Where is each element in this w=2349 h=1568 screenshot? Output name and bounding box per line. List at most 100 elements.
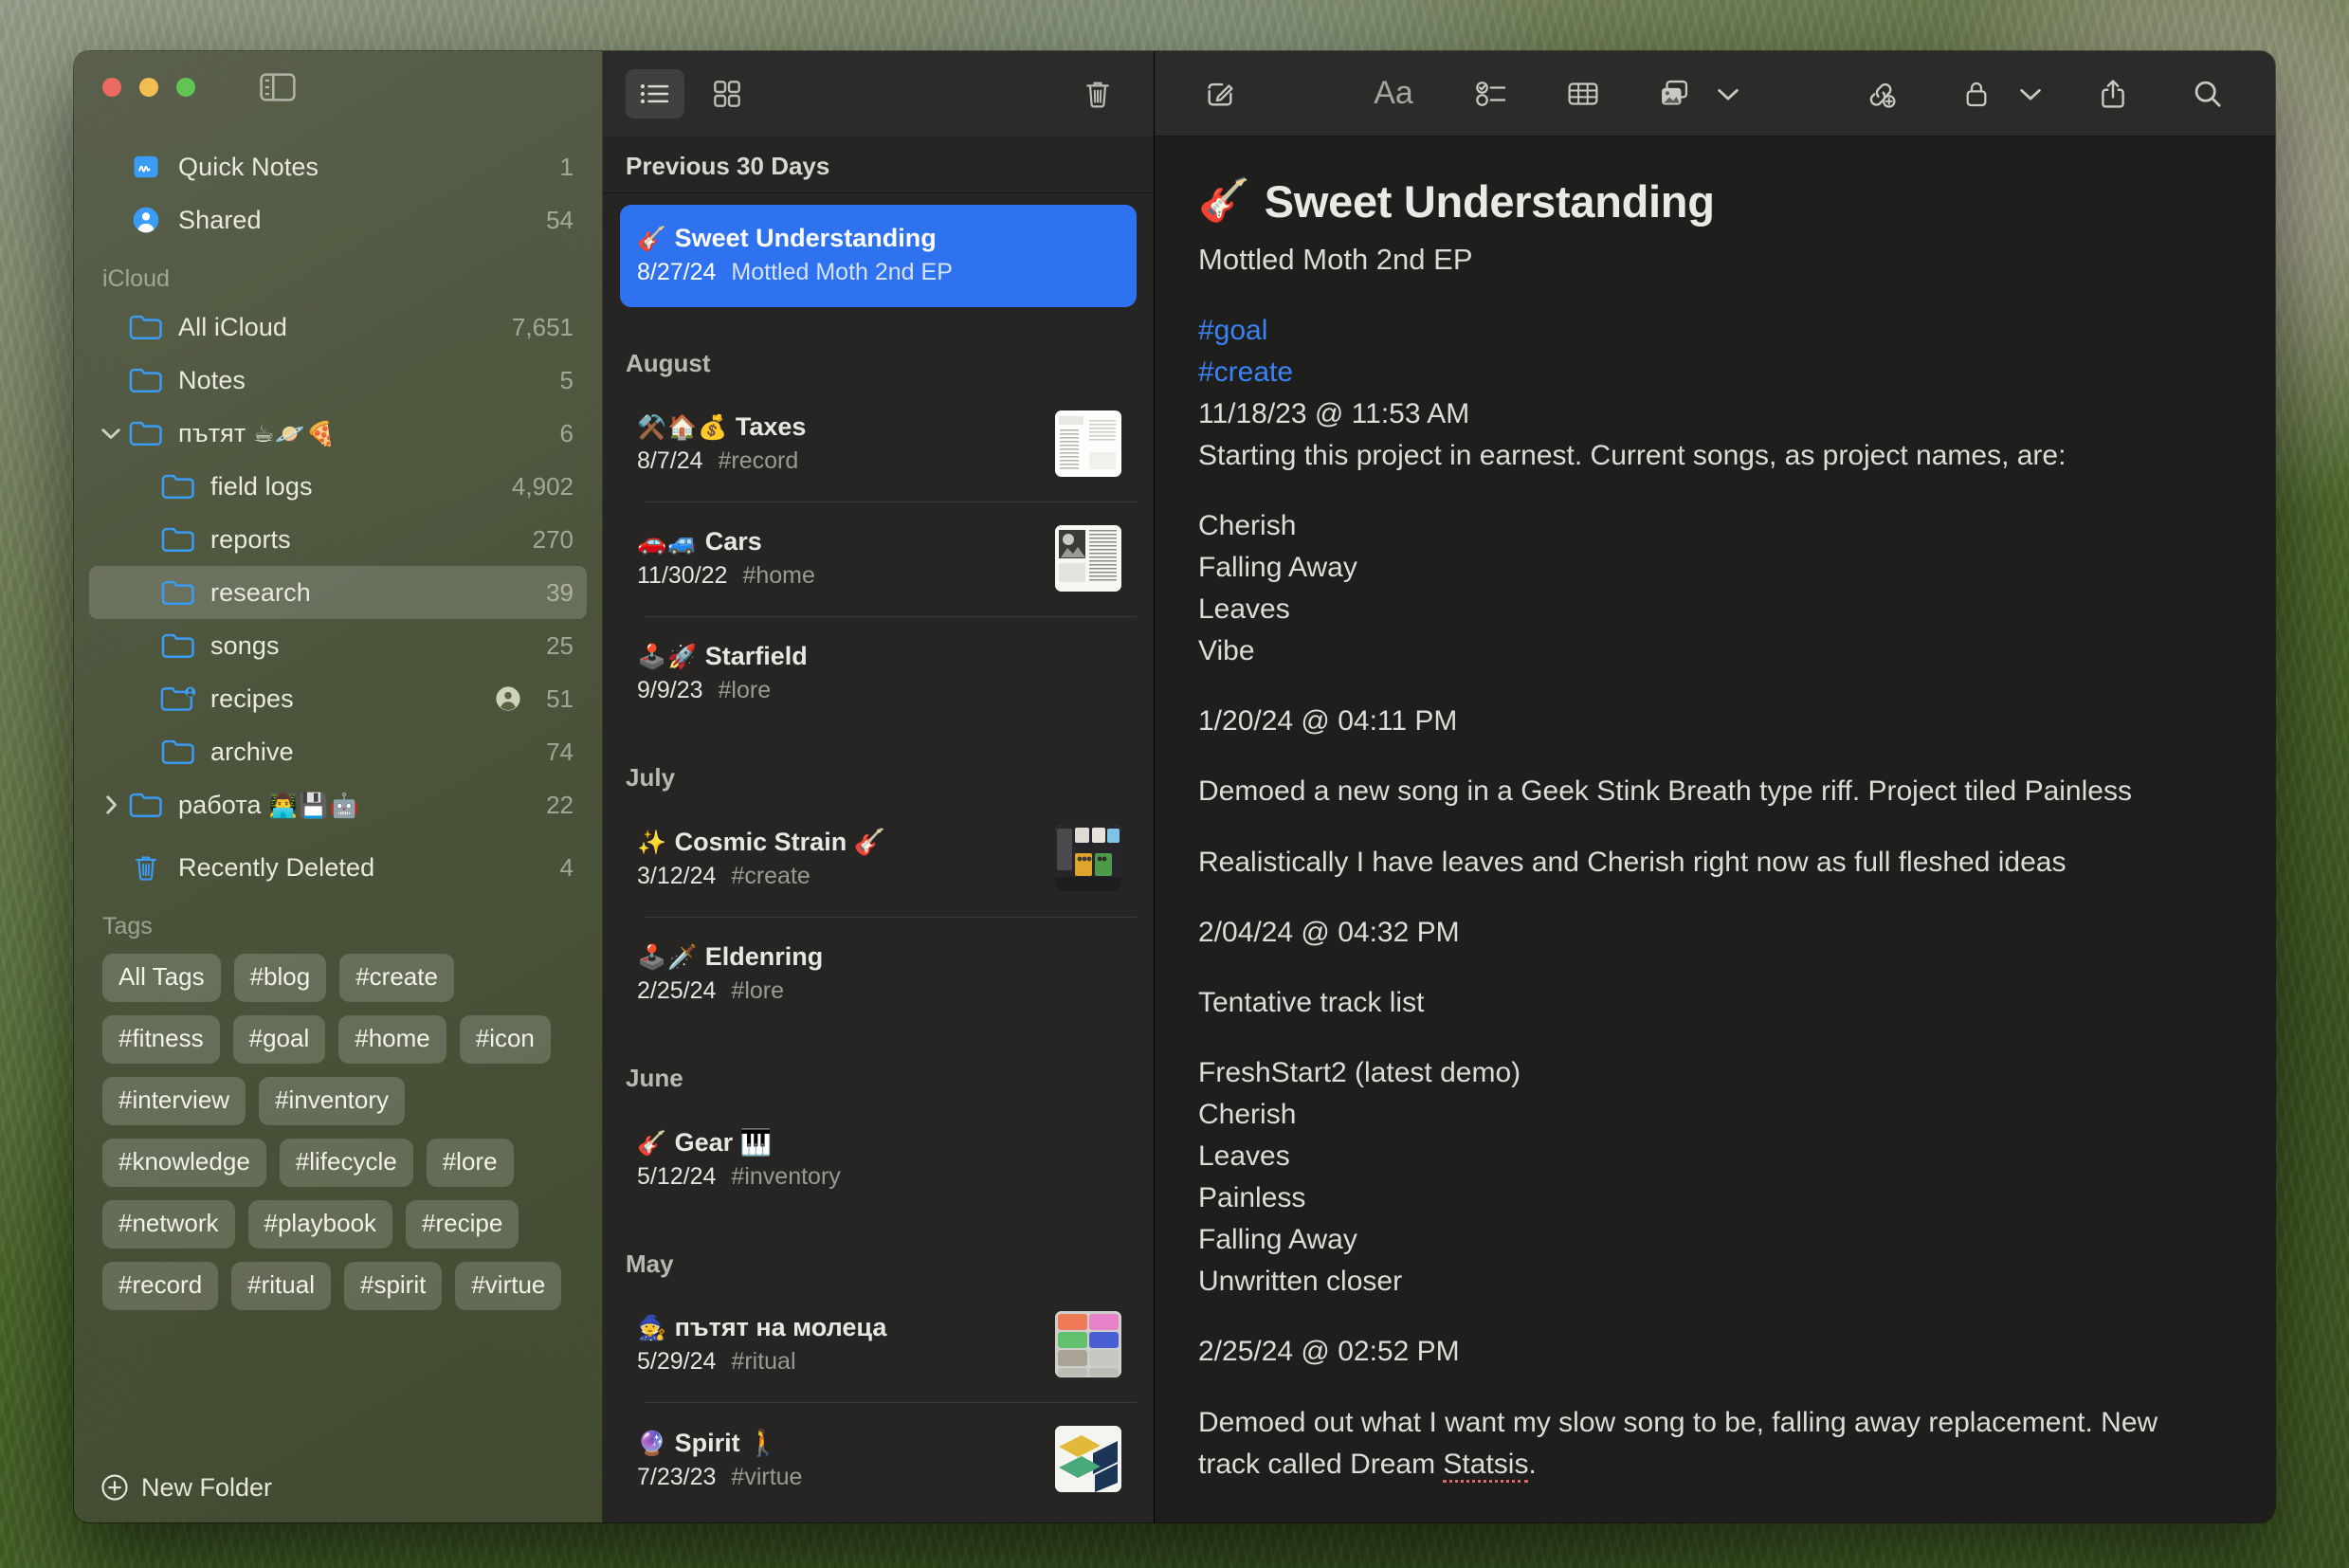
tag-list: All Tags #blog #create #fitness #goal #home #i… — [74, 948, 602, 1310]
format-aa-button[interactable]: Aa — [1353, 67, 1434, 120]
sidebar-folder-count: 74 — [546, 737, 574, 766]
note-item-snippet: #create — [731, 863, 810, 889]
tag-recipe[interactable]: #recipe — [406, 1200, 519, 1249]
sidebar-folder-songs[interactable]: songs 25 — [89, 619, 587, 672]
tag-icon[interactable]: #icon — [459, 1015, 551, 1064]
note-blank-line — [1198, 954, 2220, 982]
note-list-item[interactable]: 🎸 Sweet Understanding 8/27/24 Mottled Moth… — [620, 205, 1137, 307]
sidebar-folder-field-logs[interactable]: field logs 4,902 — [89, 460, 587, 513]
folder-icon — [127, 366, 165, 394]
list-view-icon[interactable] — [626, 69, 684, 119]
note-item-title: 🔮 Spirit 🚶 — [637, 1429, 779, 1457]
folder-icon — [127, 791, 165, 819]
notes-list-column: Previous 30 Days 🎸 Sweet Understanding 8/… — [603, 51, 1155, 1522]
note-item-thumbnail — [1055, 525, 1121, 592]
note-item-date: 7/23/23 — [637, 1464, 717, 1490]
tag-lifecycle[interactable]: #lifecycle — [279, 1139, 413, 1187]
sidebar-folder-count: 51 — [546, 684, 574, 713]
tag-ritual[interactable]: #ritual — [231, 1262, 331, 1310]
compose-icon[interactable] — [1187, 67, 1253, 120]
note-paragraph: Tentative track list — [1198, 986, 1425, 1018]
sidebar-folder-all-icloud[interactable]: All iCloud 7,651 — [89, 301, 587, 354]
tag-fitness[interactable]: #fitness — [102, 1015, 220, 1064]
new-folder-label: New Folder — [141, 1472, 273, 1502]
tag-blog[interactable]: #blog — [233, 954, 327, 1002]
note-item-date: 3/12/24 — [637, 863, 717, 889]
tag-network[interactable]: #network — [102, 1200, 235, 1249]
note-list-item[interactable]: ✨ Cosmic Strain 🎸 3/12/24 #create — [620, 811, 1137, 907]
share-icon[interactable] — [2080, 67, 2146, 120]
sidebar-folder-label: songs — [210, 630, 280, 660]
chevron-down-icon[interactable] — [1707, 67, 1749, 120]
sidebar-item-recently-deleted[interactable]: Recently Deleted 4 — [89, 841, 587, 894]
search-icon[interactable] — [2175, 67, 2241, 120]
tag-goal[interactable]: #goal — [232, 1015, 326, 1064]
note-list-item[interactable]: 🧙 пътят на молеца 5/29/24 #ritual — [620, 1298, 1137, 1393]
table-icon[interactable] — [1550, 67, 1616, 120]
notes-scroll-area[interactable]: 🎸 Sweet Understanding 8/27/24 Mottled Moth… — [603, 193, 1154, 1522]
sidebar-section-tags: Tags — [102, 913, 153, 939]
note-blank-line — [1198, 477, 2220, 505]
note-paragraph: Realistically I have leaves and Cherish … — [1198, 846, 2067, 878]
note-list-item[interactable]: 🕹️🚀 Starfield 9/9/23 #lore — [620, 627, 1137, 721]
sidebar-section-icloud: iCloud — [102, 265, 170, 292]
note-inline-tag[interactable]: #create — [1198, 352, 2220, 393]
sidebar-folder-label: reports — [210, 524, 291, 554]
note-list-item[interactable]: 🎸 Gear 🎹 5/12/24 #inventory — [620, 1112, 1137, 1208]
note-paragraph: Cherish — [1198, 1098, 1297, 1130]
trash-icon[interactable] — [1068, 69, 1127, 119]
sidebar-folder-работа[interactable]: работа 👨‍💻💾🤖 22 — [89, 778, 587, 831]
note-paragraph: FreshStart2 (latest demo) — [1198, 1056, 1521, 1088]
sidebar-folder-research[interactable]: research 39 — [89, 566, 587, 619]
tag-inventory[interactable]: #inventory — [259, 1077, 406, 1125]
note-list-item[interactable]: 🕹️🗡️ Eldenring 2/25/24 #lore — [620, 927, 1137, 1022]
tag-playbook[interactable]: #playbook — [247, 1200, 393, 1249]
note-content[interactable]: 🎸 Sweet Understanding Mottled Moth 2nd E… — [1155, 137, 2275, 1522]
note-list-item[interactable]: 🚗🚙 Cars 11/30/22 #home — [620, 512, 1137, 607]
sidebar-folder-archive[interactable]: archive 74 — [89, 725, 587, 778]
note-item-date: 9/9/23 — [637, 677, 703, 703]
chevron-right-icon[interactable] — [97, 793, 125, 816]
new-folder-button[interactable]: New Folder — [74, 1452, 602, 1522]
shared-person-icon — [127, 205, 165, 235]
sidebar-item-shared[interactable]: Shared 54 — [89, 193, 587, 246]
media-icon[interactable] — [1641, 67, 1707, 120]
sidebar-item-quick-notes[interactable]: Quick Notes 1 — [89, 140, 587, 193]
chevron-down-icon[interactable] — [2010, 67, 2051, 120]
tag-virtue[interactable]: #virtue — [455, 1262, 562, 1310]
sidebar-folder-recipes[interactable]: recipes 51 — [89, 672, 587, 725]
tag-home[interactable]: #home — [338, 1015, 446, 1064]
tag-create[interactable]: #create — [339, 954, 454, 1002]
sidebar-item-count: 4 — [559, 852, 574, 882]
note-list-item[interactable]: 🔮 Spirit 🚶 7/23/23 #virtue — [620, 1413, 1137, 1508]
tag-record[interactable]: #record — [102, 1262, 219, 1310]
zoom-button[interactable] — [176, 78, 195, 97]
note-item-emoji: ✨ — [637, 830, 668, 856]
note-inline-tag[interactable]: #goal — [1198, 310, 2220, 352]
gallery-view-icon[interactable] — [698, 69, 756, 119]
checklist-icon[interactable] — [1459, 67, 1525, 120]
sidebar-folder-пътят[interactable]: пътят ☕🪐🍕 6 — [89, 407, 587, 460]
note-list-item[interactable]: ⚒️🏠💰 Taxes 8/7/24 #record — [620, 397, 1137, 492]
note-body-blocks: #goal #create 11/18/23 @ 11:53 AM Starting … — [1198, 310, 2220, 1522]
tag-lore[interactable]: #lore — [426, 1139, 514, 1187]
note-item-date: 8/27/24 — [637, 259, 717, 285]
tag-spirit[interactable]: #spirit — [343, 1262, 443, 1310]
note-paragraph: Falling Away — [1198, 552, 1357, 584]
note-item-title: ⚒️🏠💰 Taxes — [637, 412, 807, 441]
minimize-button[interactable] — [139, 78, 158, 97]
chevron-down-icon[interactable] — [97, 425, 125, 442]
tag-knowledge[interactable]: #knowledge — [102, 1139, 266, 1187]
notes-window: Quick Notes 1 Shared 54 iCloud All iClou… — [74, 51, 2275, 1522]
note-item-meta: 7/23/23 #virtue — [637, 1464, 1120, 1491]
tag-interview[interactable]: #interview — [102, 1077, 246, 1125]
sidebar-folder-reports[interactable]: reports 270 — [89, 513, 587, 566]
sidebar-scroll-area[interactable]: Quick Notes 1 Shared 54 iCloud All iClou… — [74, 123, 602, 1452]
tag-alltags[interactable]: All Tags — [102, 954, 221, 1002]
add-link-icon[interactable] — [1848, 67, 1915, 120]
note-blank-line — [1198, 1303, 2220, 1331]
lock-icon[interactable] — [1943, 67, 2010, 120]
sidebar-toggle-icon[interactable] — [259, 72, 297, 102]
sidebar-folder-notes[interactable]: Notes 5 — [89, 354, 587, 407]
close-button[interactable] — [102, 78, 121, 97]
